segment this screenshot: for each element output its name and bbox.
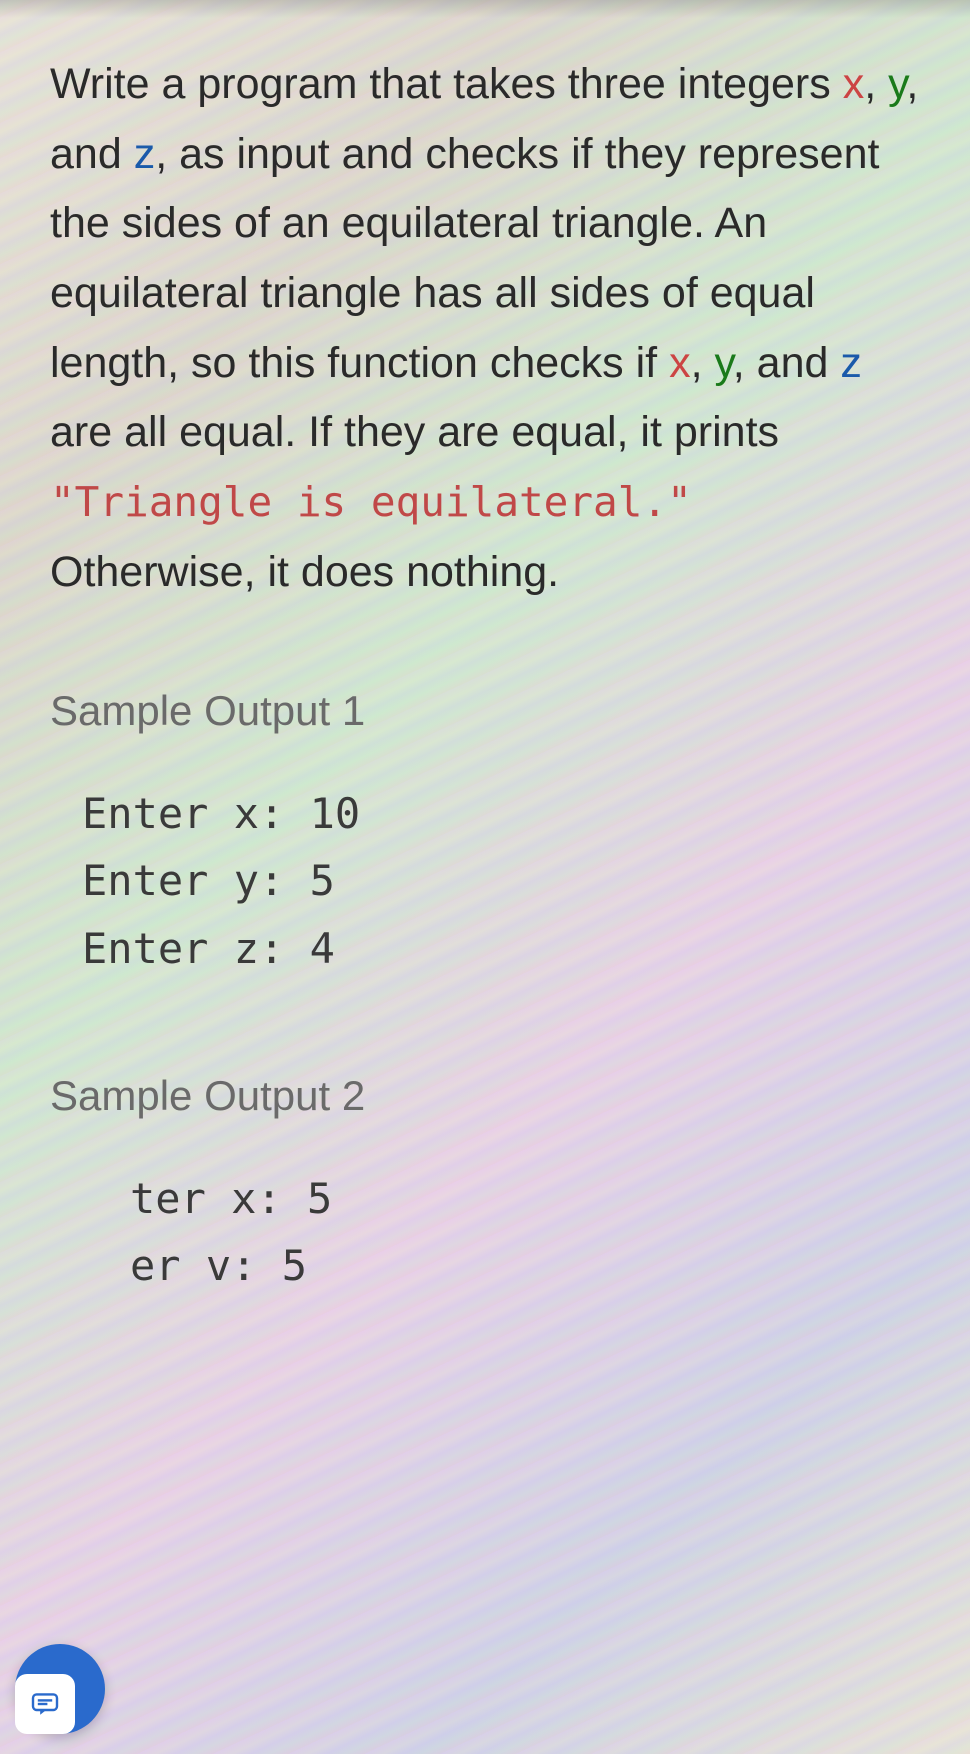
chat-fab-button[interactable]: [15, 1644, 105, 1734]
code-string: "Triangle is equilateral.": [50, 478, 692, 526]
chat-icon-container: [15, 1674, 75, 1734]
sample-output-2-block: ter x: 5 er v: 5: [130, 1165, 925, 1299]
sample-output-1-heading: Sample Output 1: [50, 687, 925, 735]
sample-line: Enter z: 4: [82, 915, 925, 982]
comma: ,: [864, 60, 888, 108]
variable-x: x: [669, 339, 691, 387]
variable-z: z: [840, 339, 862, 387]
sample-output-1-block: Enter x: 10 Enter y: 5 Enter z: 4: [82, 780, 925, 982]
variable-z: z: [134, 130, 156, 178]
variable-y: y: [714, 339, 732, 387]
question-part1: Write a program that takes three integer…: [50, 60, 843, 108]
question-text: Write a program that takes three integer…: [50, 50, 925, 607]
comma: ,: [691, 339, 715, 387]
sample-line: Enter y: 5: [82, 847, 925, 914]
sample-line: Enter x: 10: [82, 780, 925, 847]
comma: , and: [733, 339, 841, 387]
sample-line: ter x: 5: [130, 1165, 925, 1232]
chat-icon: [30, 1692, 60, 1716]
variable-x: x: [843, 60, 865, 108]
question-part4: Otherwise, it does nothing.: [50, 548, 559, 596]
question-part3: are all equal. If they are equal, it pri…: [50, 408, 779, 456]
sample-output-2-heading: Sample Output 2: [50, 1072, 925, 1120]
variable-y: y: [888, 60, 906, 108]
sample-line: er v: 5: [130, 1232, 925, 1299]
